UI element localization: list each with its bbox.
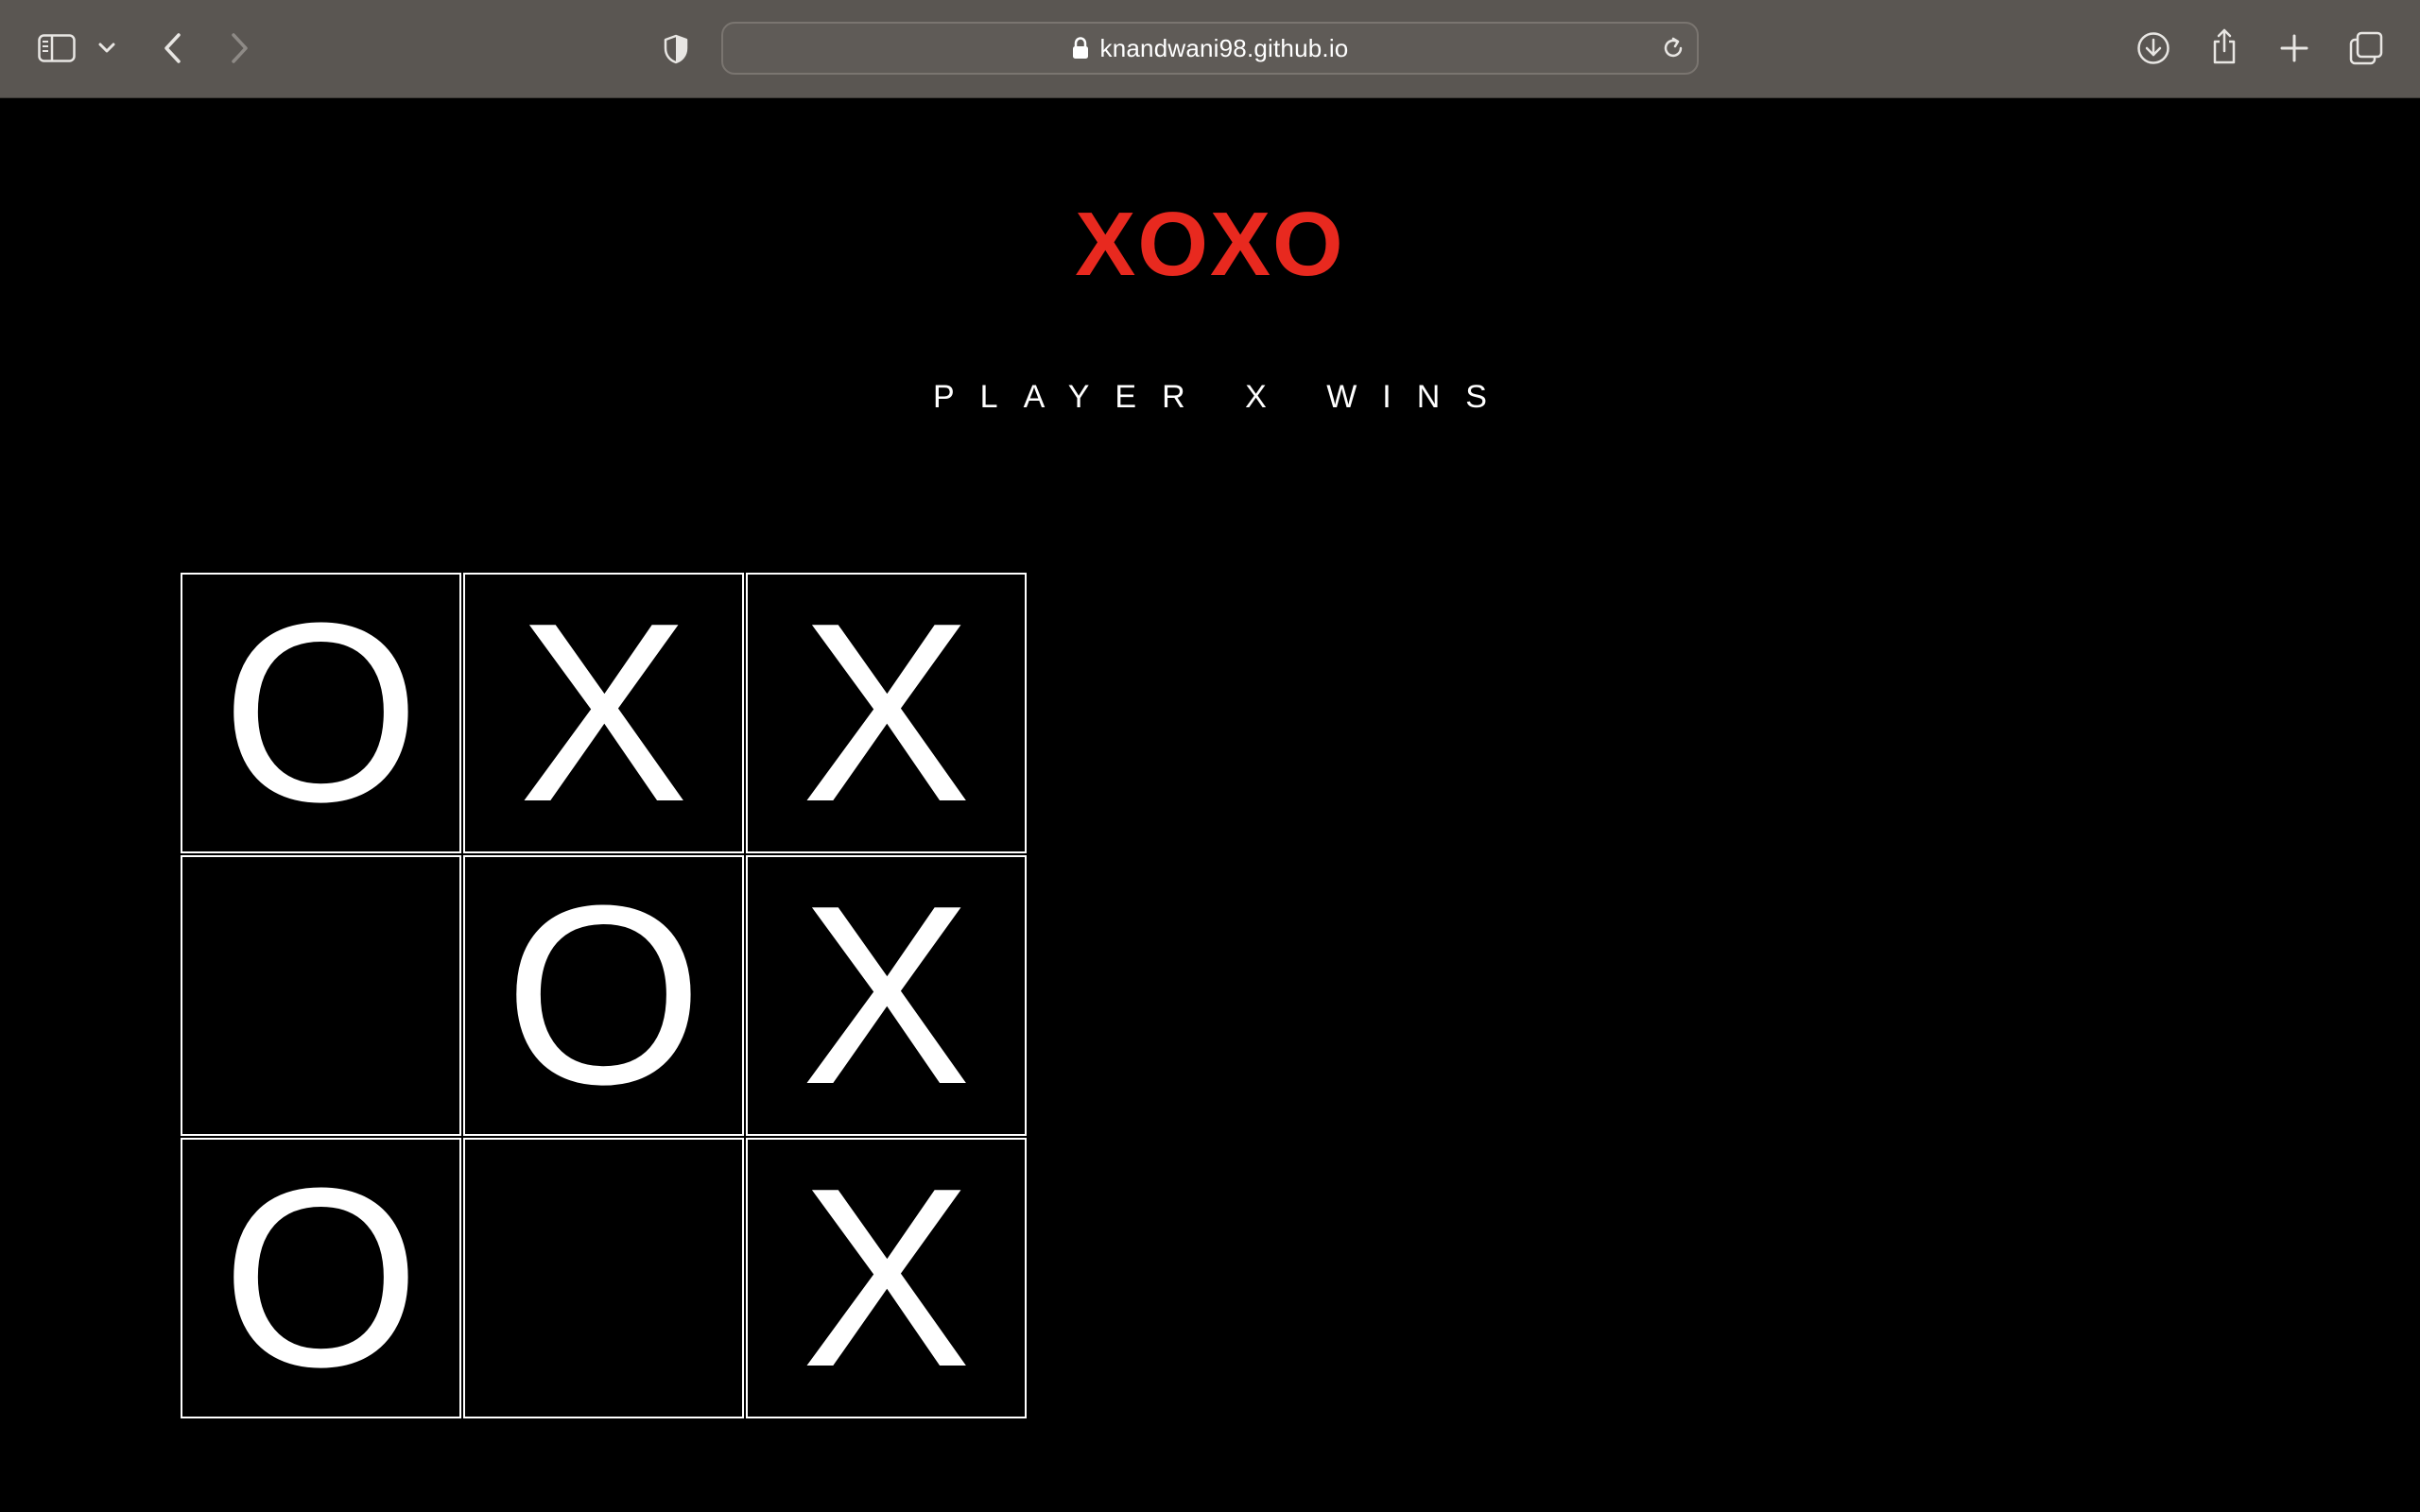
plus-icon[interactable] [2278,32,2310,64]
game-title: XOXO [1075,194,1345,295]
address-bar[interactable]: knandwani98.github.io [721,22,1699,75]
board-cell-r2c2[interactable]: O [463,855,744,1136]
sidebar-icon[interactable] [36,32,78,64]
lock-icon [1072,37,1089,60]
reload-icon[interactable] [1661,36,1685,60]
shield-icon[interactable] [660,32,692,66]
board-cell-r2c3[interactable]: X [746,855,1027,1136]
address-content: knandwani98.github.io [723,24,1697,73]
game-board: O X X O X O X [181,573,1029,1421]
board-cell-r3c3[interactable]: X [746,1138,1027,1418]
board-cell-r1c1[interactable]: O [181,573,461,853]
browser-toolbar: knandwani98.github.io [0,0,2420,98]
tabs-overview-icon[interactable] [2348,30,2384,66]
board-cell-r3c1[interactable]: O [181,1138,461,1418]
forward-arrow-icon[interactable] [225,30,253,66]
board-cell-r3c2[interactable] [463,1138,744,1418]
back-arrow-icon[interactable] [159,30,187,66]
url-text: knandwani98.github.io [1099,33,1349,62]
game-status: PLAYER X WINS [933,379,1512,415]
board-cell-r1c2[interactable]: X [463,573,744,853]
board-cell-r1c3[interactable]: X [746,573,1027,853]
share-icon[interactable] [2208,26,2240,66]
page-content: XOXO PLAYER X WINS O X X O X O X [0,98,2420,1512]
chevron-down-icon[interactable] [96,38,117,59]
download-icon[interactable] [2135,30,2171,66]
board-cell-r2c1[interactable] [181,855,461,1136]
